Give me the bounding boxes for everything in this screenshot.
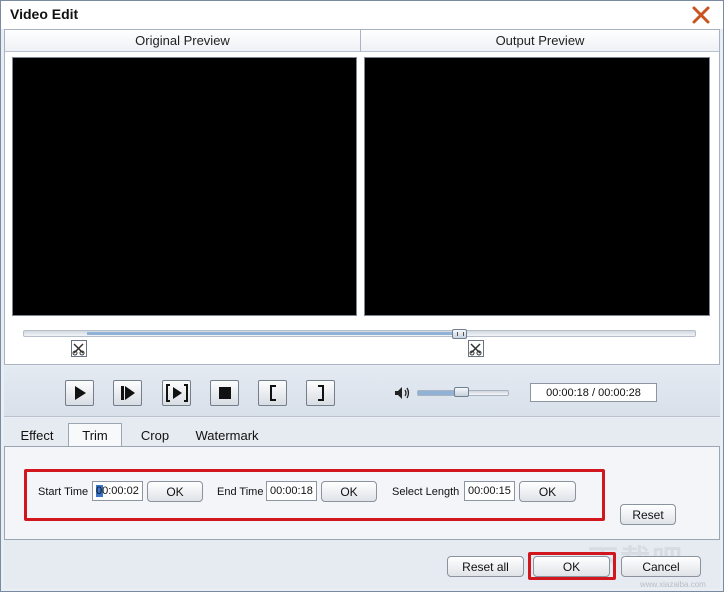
cancel-button[interactable]: Cancel	[621, 556, 701, 577]
start-time-ok-button[interactable]: OK	[147, 481, 203, 502]
stop-button[interactable]	[210, 380, 239, 406]
timeline-selection	[87, 332, 460, 335]
start-time-input[interactable]: 00:00:02	[92, 481, 143, 501]
end-time-input[interactable]: 00:00:18	[266, 481, 317, 501]
set-start-button[interactable]	[258, 380, 287, 406]
title-bar	[1, 1, 723, 29]
reset-all-button[interactable]: Reset all	[447, 556, 524, 577]
select-length-label: Select Length	[392, 486, 460, 498]
set-end-button[interactable]	[306, 380, 335, 406]
time-display: 00:00:18 / 00:00:28	[530, 383, 657, 402]
ok-button[interactable]: OK	[533, 556, 610, 577]
timeline-thumb[interactable]	[452, 329, 468, 339]
play-icon	[74, 386, 86, 400]
tab-watermark[interactable]: Watermark	[190, 424, 264, 446]
tab-trim[interactable]: Trim	[68, 423, 122, 447]
start-time-value: 00:00:02	[96, 485, 139, 497]
next-frame-button[interactable]	[113, 380, 142, 406]
select-length-ok-button[interactable]: OK	[519, 481, 576, 502]
play-selection-icon	[165, 384, 188, 402]
start-time-label: Start Time	[38, 486, 89, 498]
start-marker-scissors-icon[interactable]	[71, 340, 87, 357]
right-bracket-icon	[317, 385, 324, 401]
volume-icon[interactable]	[394, 386, 412, 400]
end-time-ok-button[interactable]: OK	[321, 481, 377, 502]
play-button[interactable]	[65, 380, 94, 406]
reset-button[interactable]: Reset	[620, 504, 676, 525]
select-length-value: 00:00:15	[468, 485, 511, 497]
window-title: Video Edit	[10, 6, 79, 22]
output-preview-screen	[364, 57, 710, 316]
watermark-url: www.xiazaiba.com	[640, 580, 706, 589]
close-icon[interactable]	[691, 5, 711, 25]
end-time-label: End Time	[217, 486, 264, 498]
original-preview-screen	[12, 57, 357, 316]
original-preview-header: Original Preview	[5, 30, 360, 52]
volume-slider-thumb[interactable]	[454, 387, 470, 397]
tab-effect[interactable]: Effect	[14, 424, 60, 446]
play-selection-button[interactable]	[162, 380, 191, 406]
next-frame-icon	[120, 386, 135, 400]
end-marker-scissors-icon[interactable]	[468, 340, 484, 357]
select-length-input[interactable]: 00:00:15	[464, 481, 515, 501]
output-preview-header: Output Preview	[361, 30, 719, 52]
stop-icon	[218, 387, 231, 399]
end-time-value: 00:00:18	[270, 485, 313, 497]
left-bracket-icon	[269, 385, 276, 401]
tab-crop[interactable]: Crop	[132, 424, 178, 446]
